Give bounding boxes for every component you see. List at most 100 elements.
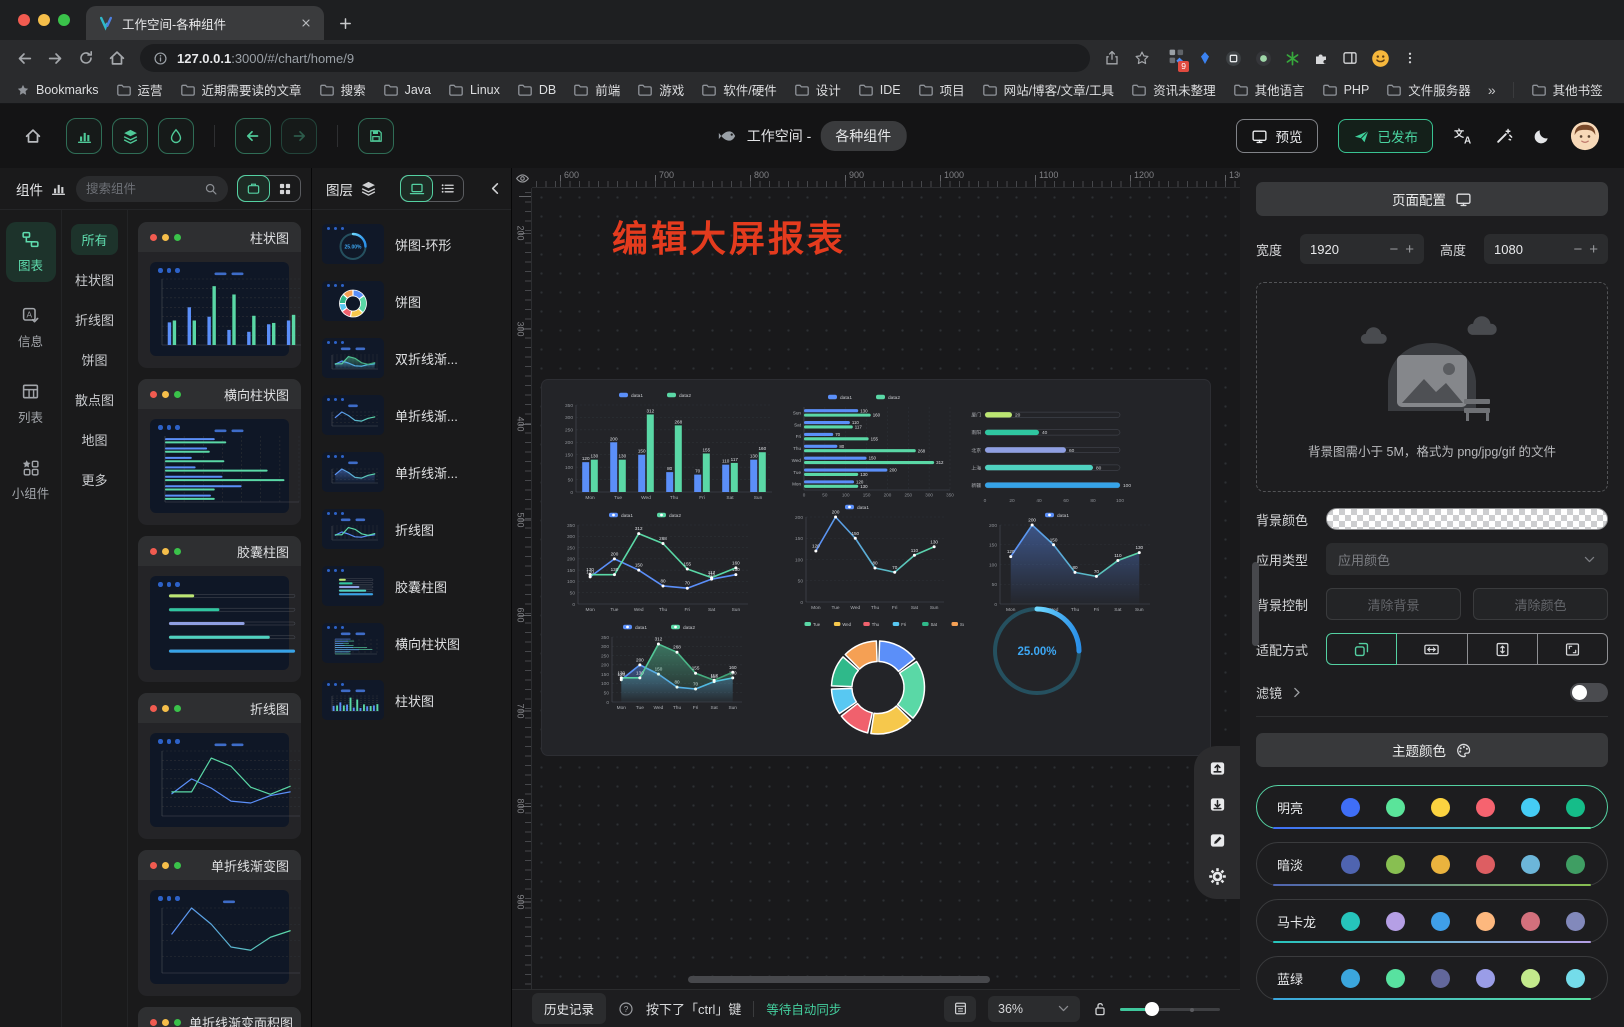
bookmark-item[interactable]: 文件服务器 — [1386, 80, 1471, 99]
theme-color-dot[interactable] — [1341, 969, 1360, 988]
preview-button[interactable]: 预览 — [1236, 119, 1318, 153]
theme-color-dot[interactable] — [1386, 969, 1405, 988]
lock-icon[interactable] — [1092, 1001, 1108, 1017]
zoom-slider[interactable] — [1120, 1002, 1220, 1016]
bookmark-item[interactable]: 设计 — [794, 80, 841, 99]
grid-view-button[interactable] — [269, 176, 300, 201]
line-chart[interactable]: data1data2050100150200250300350MonTueWed… — [558, 508, 756, 618]
theme-color-dot[interactable] — [1476, 912, 1495, 931]
component-card[interactable]: 柱状图 — [138, 222, 301, 368]
charts-panel-toggle-button[interactable] — [66, 118, 102, 154]
theme-color-dot[interactable] — [1476, 855, 1495, 874]
bookmarks-overflow[interactable]: » — [1488, 82, 1496, 98]
sidebar-item-图表[interactable]: 图表 — [6, 222, 56, 282]
bookmark-item[interactable]: 游戏 — [637, 80, 684, 99]
profile-avatar-icon[interactable] — [1371, 49, 1390, 68]
theme-color-dot[interactable] — [1521, 798, 1540, 817]
new-tab-button[interactable] — [338, 16, 353, 31]
other-bookmarks[interactable]: 其他书签 — [1531, 80, 1603, 99]
fit-mode-fitfull-button[interactable] — [1537, 633, 1608, 665]
layer-item[interactable]: 胶囊柱图 — [322, 566, 501, 606]
magic-wand-icon[interactable] — [1495, 127, 1513, 145]
single-line-chart[interactable]: data1050100150200MonTueWedThuFriSatSun12… — [786, 500, 952, 616]
component-card[interactable]: 胶囊柱图 — [138, 536, 301, 682]
share-icon[interactable] — [1104, 50, 1120, 66]
layer-item[interactable]: 25.00%饼图-环形 — [322, 224, 501, 264]
publish-button[interactable]: 已发布 — [1338, 119, 1434, 153]
artboard[interactable]: data1data2050100150200250300350MonTueWed… — [542, 380, 1210, 755]
theme-color-dot[interactable] — [1566, 855, 1585, 874]
theme-color-dot[interactable] — [1341, 912, 1360, 931]
bookmark-item[interactable]: 其他语言 — [1233, 80, 1305, 99]
chevron-right-icon[interactable] — [1290, 686, 1303, 699]
settings-gear-icon[interactable] — [1208, 867, 1227, 886]
extensions-puzzle-icon[interactable] — [1313, 50, 1329, 66]
layer-item[interactable]: 单折线渐... — [322, 395, 501, 435]
slider-knob[interactable] — [1145, 1002, 1159, 1016]
tab-close-icon[interactable] — [300, 17, 312, 29]
import-button[interactable] — [1208, 759, 1227, 778]
app-type-select[interactable]: 应用颜色 — [1326, 543, 1608, 575]
extension-star-icon[interactable] — [1285, 51, 1300, 66]
theme-color-dot[interactable] — [1566, 912, 1585, 931]
theme-color-dot[interactable] — [1386, 855, 1405, 874]
editor-canvas[interactable]: 6007008009001000110012001300 20030040050… — [512, 168, 1240, 1027]
theme-color-dot[interactable] — [1566, 798, 1585, 817]
bookmark-item[interactable]: 前端 — [573, 80, 620, 99]
edit-button[interactable] — [1208, 831, 1227, 850]
ring-progress-chart[interactable]: 25.00% — [990, 604, 1084, 698]
category-散点图[interactable]: 散点图 — [65, 384, 124, 415]
bookmark-item[interactable]: 搜索 — [319, 80, 366, 99]
browser-home-button[interactable] — [108, 49, 126, 67]
decrement-icon[interactable]: − — [1573, 242, 1582, 257]
browser-menu-icon[interactable] — [1403, 51, 1417, 65]
component-card[interactable]: 单折线渐变面积图 — [138, 1007, 301, 1027]
thumbnail-view-button[interactable] — [401, 176, 432, 201]
search-input[interactable] — [86, 182, 204, 196]
increment-icon[interactable]: + — [1589, 242, 1598, 257]
theme-color-dot[interactable] — [1521, 969, 1540, 988]
browser-tab[interactable]: 工作空间-各种组件 — [86, 6, 324, 40]
horizontal-bar-chart[interactable]: data1data2050100150200250300350Sun130160… — [784, 390, 968, 502]
bookmark-item[interactable]: 项目 — [918, 80, 965, 99]
notes-button[interactable] — [944, 996, 976, 1022]
dual-line-area-chart[interactable]: data1data2050100150200250300350MonTueWed… — [592, 620, 750, 716]
theme-row-暗淡[interactable]: 暗淡 — [1256, 842, 1608, 886]
bookmark-item[interactable]: Java — [383, 80, 431, 99]
layer-item[interactable]: 单折线渐... — [322, 452, 501, 492]
undo-button[interactable] — [235, 118, 271, 154]
help-icon[interactable]: ? — [618, 1001, 634, 1017]
layer-item[interactable]: 折线图 — [322, 509, 501, 549]
language-icon[interactable]: 文A — [1453, 127, 1475, 145]
clear-color-button[interactable]: 清除颜色 — [1473, 588, 1608, 620]
component-card[interactable]: 单折线渐变图 — [138, 850, 301, 996]
bookmark-item[interactable]: 资讯未整理 — [1131, 80, 1216, 99]
decrement-icon[interactable]: − — [1389, 242, 1398, 257]
details-panel-toggle-button[interactable] — [158, 118, 194, 154]
forward-button[interactable] — [47, 50, 64, 67]
component-card[interactable]: 横向柱状图 — [138, 379, 301, 525]
theme-color-dot[interactable] — [1476, 798, 1495, 817]
extension-pin-icon[interactable] — [1198, 50, 1212, 66]
back-button[interactable] — [16, 50, 33, 67]
theme-color-dot[interactable] — [1431, 912, 1450, 931]
toolbox-view-button[interactable] — [238, 176, 269, 201]
site-info-icon[interactable] — [153, 51, 168, 66]
theme-color-dot[interactable] — [1521, 855, 1540, 874]
capsule-chart[interactable]: 厦门20南阳40北京60上海80新疆100020406080100 — [960, 398, 1140, 508]
extension-circle-icon[interactable] — [1225, 50, 1242, 67]
background-upload-area[interactable]: 背景图需小于 5M，格式为 png/jpg/gif 的文件 — [1256, 282, 1608, 492]
sidebar-item-列表[interactable]: 列表 — [6, 374, 56, 434]
theme-color-dot[interactable] — [1386, 798, 1405, 817]
theme-row-蓝绿[interactable]: 蓝绿 — [1256, 956, 1608, 1000]
address-bar[interactable]: 127.0.0.1:3000/#/chart/home/9 — [140, 44, 1090, 72]
increment-icon[interactable]: + — [1405, 242, 1414, 257]
save-button[interactable] — [358, 118, 394, 154]
bookmark-star-icon[interactable] — [1134, 50, 1150, 66]
download-button[interactable] — [1208, 795, 1227, 814]
category-所有[interactable]: 所有 — [71, 224, 117, 255]
theme-color-dot[interactable] — [1431, 798, 1450, 817]
horizontal-scrollbar[interactable] — [688, 976, 990, 983]
theme-color-dot[interactable] — [1431, 855, 1450, 874]
fit-mode-fitw-button[interactable] — [1396, 633, 1467, 665]
